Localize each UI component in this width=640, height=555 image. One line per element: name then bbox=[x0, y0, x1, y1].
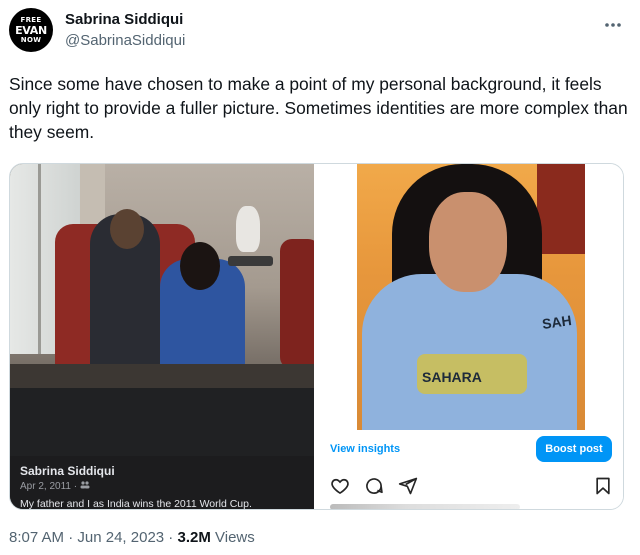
sofa-right-shape bbox=[280, 239, 314, 369]
tweet-date[interactable]: Jun 24, 2023 bbox=[77, 529, 164, 546]
author-name[interactable]: Sabrina Siddiqui bbox=[65, 11, 183, 28]
instagram-action-bar bbox=[330, 476, 418, 496]
avatar-text-line-3: NOW bbox=[20, 35, 42, 44]
tweet-text: Since some have chosen to make a point o… bbox=[9, 74, 628, 142]
facebook-post-author: Sabrina Siddiqui bbox=[20, 464, 115, 478]
bookmark-icon[interactable] bbox=[593, 476, 613, 496]
face-shape bbox=[429, 192, 507, 292]
author-handle[interactable]: @SabrinaSiddiqui bbox=[65, 32, 185, 49]
photo-room bbox=[10, 164, 314, 388]
meta-separator-2: · bbox=[164, 529, 178, 546]
boost-post-button[interactable]: Boost post bbox=[536, 436, 612, 462]
instagram-photo: SAH SAHARA bbox=[357, 164, 585, 430]
jersey-shape bbox=[362, 274, 577, 430]
instagram-screenshot-image[interactable]: SAH SAHARA View insights Boost post bbox=[317, 164, 623, 509]
father-head bbox=[110, 209, 144, 249]
facebook-screenshot-image[interactable]: Sabrina Siddiqui Apr 2, 2011 · My father… bbox=[10, 164, 314, 510]
view-insights-link[interactable]: View insights bbox=[330, 443, 400, 455]
floor-shape bbox=[10, 364, 314, 388]
media-grid: Sabrina Siddiqui Apr 2, 2011 · My father… bbox=[9, 163, 624, 510]
avatar-text-line-2: EVAN bbox=[15, 23, 47, 37]
comment-icon[interactable] bbox=[364, 476, 384, 496]
more-horizontal-icon[interactable] bbox=[604, 12, 622, 33]
avatar-text-line-1: FREE bbox=[20, 15, 42, 24]
jersey-text-sahara: SAHARA bbox=[422, 369, 482, 385]
avatar[interactable]: FREE EVAN NOW bbox=[9, 8, 53, 52]
tweet-time[interactable]: 8:07 AM bbox=[9, 529, 64, 546]
tweet-meta: 8:07 AM · Jun 24, 2023 · 3.2M Views bbox=[9, 529, 255, 546]
facebook-post-caption: My father and I as India wins the 2011 W… bbox=[20, 498, 252, 510]
facebook-post-card: Sabrina Siddiqui Apr 2, 2011 · My father… bbox=[10, 456, 314, 510]
side-table-shape bbox=[228, 256, 273, 266]
meta-separator: · bbox=[64, 529, 78, 546]
likes-strip bbox=[330, 504, 520, 509]
share-icon[interactable] bbox=[398, 476, 418, 496]
facebook-post-date: Apr 2, 2011 · bbox=[20, 481, 304, 492]
friends-icon bbox=[80, 481, 90, 492]
views-label: Views bbox=[210, 529, 255, 546]
girl-head bbox=[180, 242, 220, 290]
facebook-post-date-text: Apr 2, 2011 · bbox=[20, 481, 80, 492]
views-count[interactable]: 3.2M bbox=[177, 529, 210, 546]
heart-icon[interactable] bbox=[330, 476, 350, 496]
photo-dark-band bbox=[10, 388, 314, 456]
shelf-shape bbox=[537, 164, 585, 254]
vase-shape bbox=[236, 206, 260, 252]
